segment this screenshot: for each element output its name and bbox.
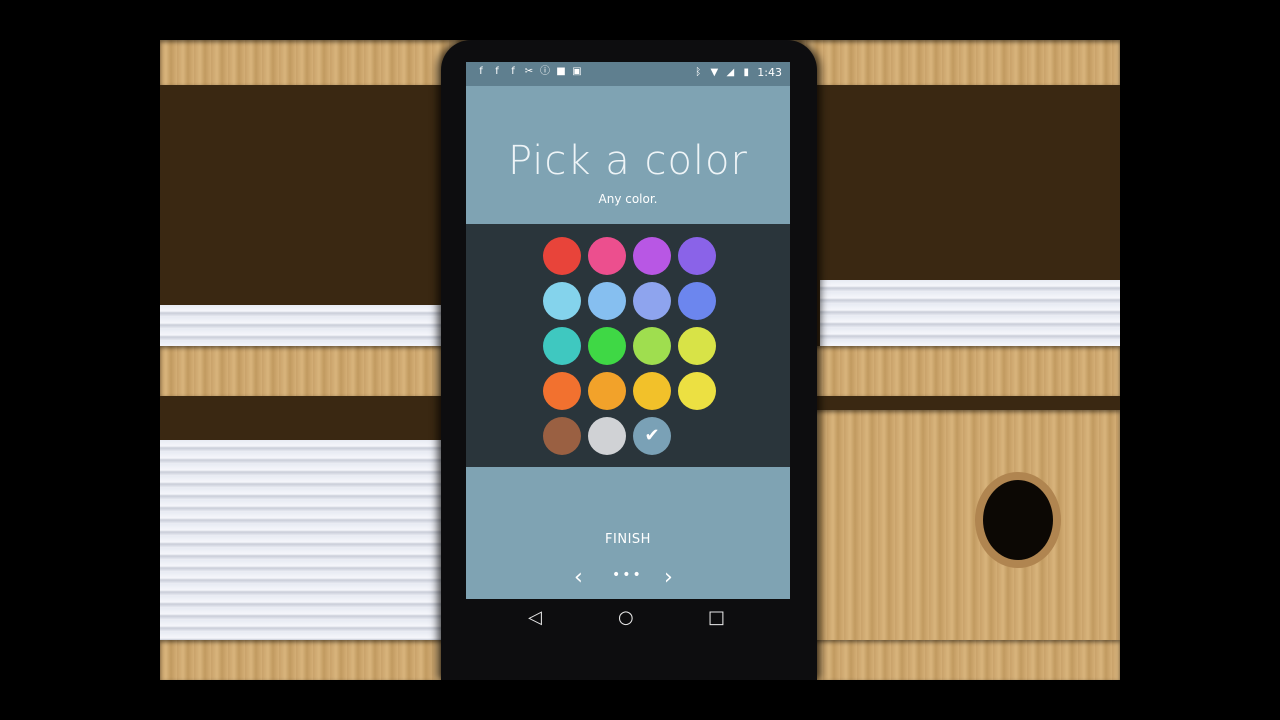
- color-palette: ✔: [466, 224, 790, 467]
- phone-screen: f f f ✂ ⓘ ■ ▣ ᛒ ▼ ◢ ▮ 1:43 Pick a color …: [466, 62, 790, 599]
- page-title: Pick a color: [508, 138, 748, 184]
- facebook-icon: f: [495, 66, 499, 77]
- info-icon: ⓘ: [540, 66, 550, 77]
- color-swatch[interactable]: [678, 282, 716, 320]
- color-swatch[interactable]: [678, 372, 716, 410]
- color-swatch[interactable]: ✔: [633, 417, 671, 455]
- lock-icon: ■: [556, 66, 566, 77]
- color-swatch[interactable]: [588, 372, 626, 410]
- page-subtitle: Any color.: [598, 192, 658, 206]
- color-swatch[interactable]: [633, 282, 671, 320]
- color-swatch[interactable]: [678, 327, 716, 365]
- home-icon[interactable]: ○: [618, 607, 634, 628]
- facebook-icon: f: [479, 66, 483, 77]
- facebook-icon: f: [511, 66, 515, 77]
- next-arrow-icon[interactable]: ›: [664, 565, 673, 590]
- checkmark-icon: ✔: [644, 425, 660, 446]
- color-swatch[interactable]: [588, 282, 626, 320]
- bluetooth-icon: ᛒ: [695, 67, 702, 78]
- system-nav-bar: ◁ ○ □: [466, 599, 790, 639]
- android-icon: ▣: [572, 66, 582, 77]
- color-swatch[interactable]: [588, 237, 626, 275]
- tools-icon: ✂: [524, 66, 534, 77]
- footer: FINISH ‹ ••• ›: [466, 467, 790, 599]
- color-swatch[interactable]: [588, 327, 626, 365]
- color-swatch[interactable]: [543, 327, 581, 365]
- color-swatch[interactable]: [543, 282, 581, 320]
- no-signal-icon: ◢: [726, 67, 735, 78]
- color-swatch[interactable]: [543, 417, 581, 455]
- color-swatch[interactable]: [543, 237, 581, 275]
- color-swatch[interactable]: [633, 327, 671, 365]
- color-swatch[interactable]: [588, 417, 626, 455]
- color-swatch[interactable]: [678, 237, 716, 275]
- color-swatch[interactable]: [633, 372, 671, 410]
- header: Pick a color Any color.: [466, 86, 790, 224]
- finish-button[interactable]: FINISH: [466, 532, 790, 547]
- recents-icon[interactable]: □: [708, 607, 725, 628]
- clock: 1:43: [757, 66, 782, 79]
- back-icon[interactable]: ◁: [528, 607, 542, 628]
- page-indicator: •••: [612, 567, 643, 583]
- battery-icon: ▮: [743, 67, 750, 78]
- status-bar: f f f ✂ ⓘ ■ ▣ ᛒ ▼ ◢ ▮ 1:43: [466, 62, 790, 86]
- color-swatch[interactable]: [543, 372, 581, 410]
- wifi-icon: ▼: [710, 67, 719, 78]
- previous-arrow-icon[interactable]: ‹: [574, 565, 583, 590]
- color-swatch[interactable]: [633, 237, 671, 275]
